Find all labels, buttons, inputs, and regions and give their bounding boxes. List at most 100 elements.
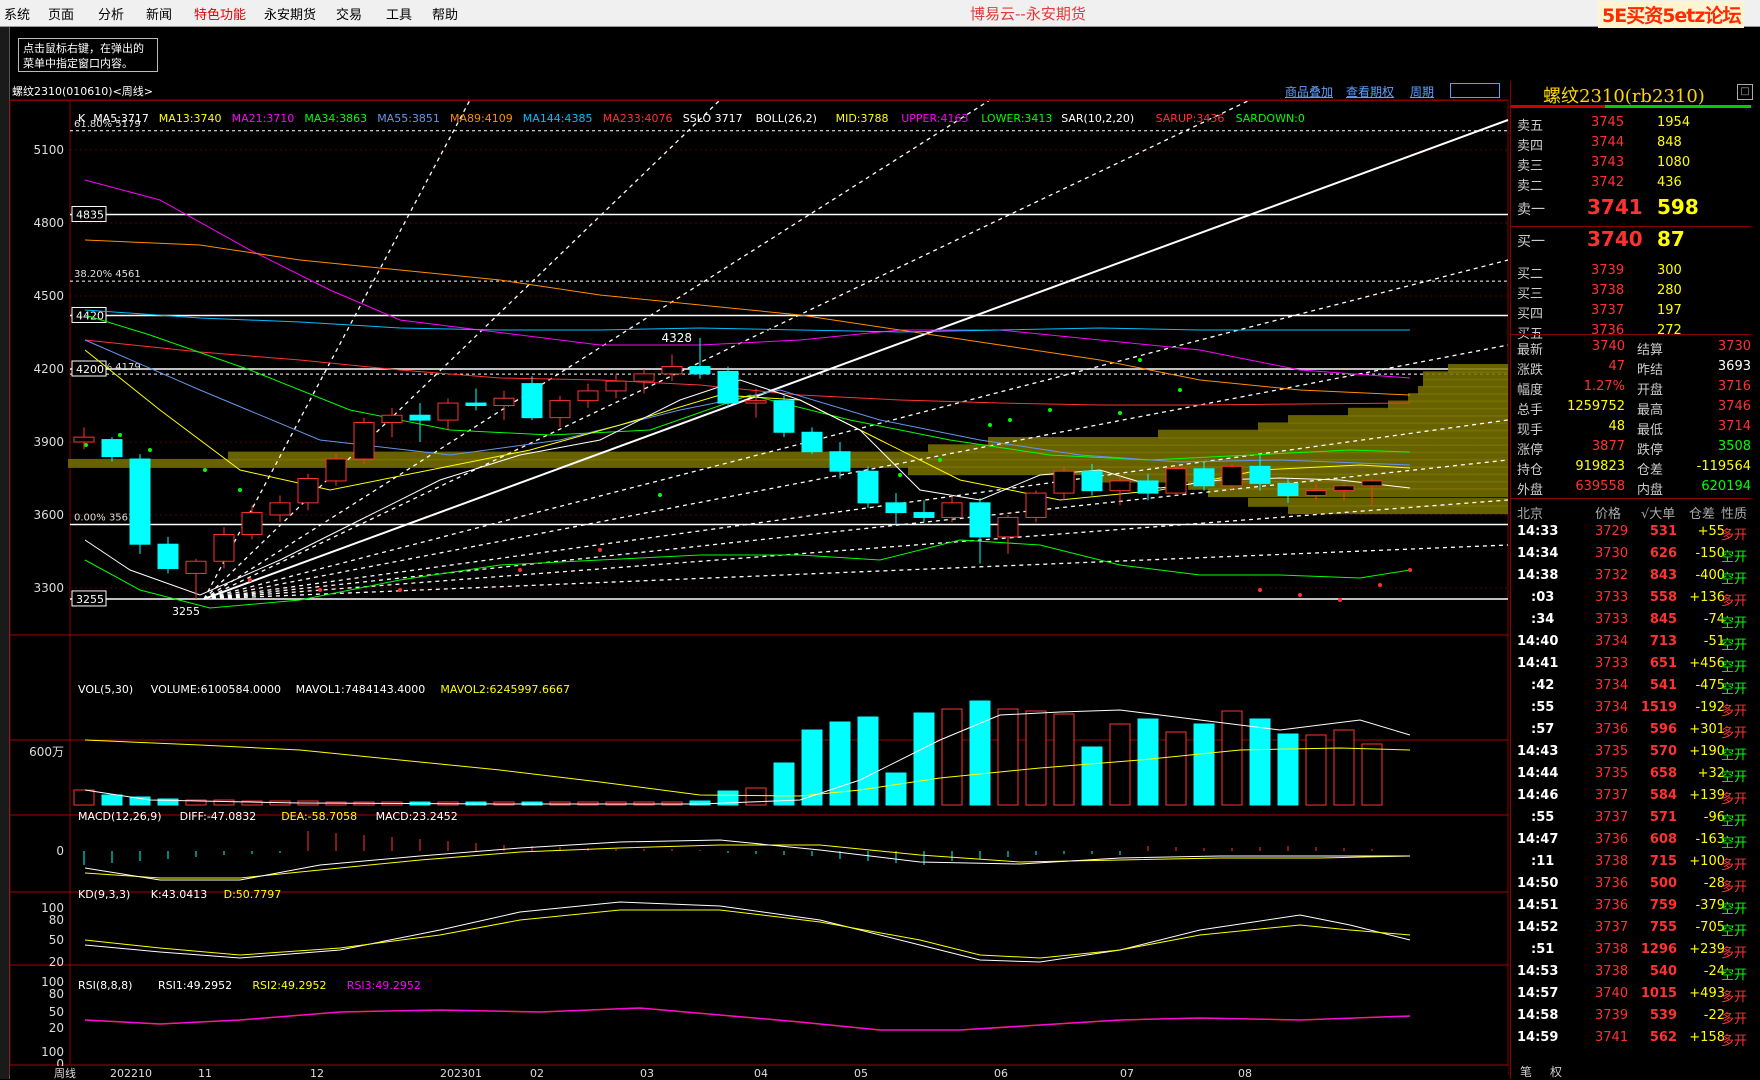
tick-t: 14:52 xyxy=(1517,920,1559,935)
tick-row: :51 3738 1296 +239 多开 xyxy=(1511,940,1760,962)
gann-fan-line xyxy=(203,459,1509,600)
book-v: 300 xyxy=(1657,263,1682,278)
indicator-label: MAVOL1:7484143.4000 xyxy=(296,683,426,696)
tick-p: 3739 xyxy=(1595,1008,1629,1023)
tick-t: 14:40 xyxy=(1517,634,1559,649)
stat-l1: 持仓 xyxy=(1517,463,1544,478)
tick-row: 14:52 3737 755 -705 空开 xyxy=(1511,918,1760,940)
tick-row: 14:44 3735 658 +32 空开 xyxy=(1511,764,1760,786)
indicator-label: MID:3788 xyxy=(836,112,889,125)
sar-dot xyxy=(658,493,662,497)
tick-n: 多开 xyxy=(1721,946,1748,961)
stat-row: 持仓 919823 仓差 -119564 xyxy=(1511,457,1760,478)
stat-l1: 涨停 xyxy=(1517,443,1544,458)
book-row[interactable]: 卖五 3745 1954 xyxy=(1511,113,1760,134)
tick-row: 14:34 3730 626 -150 空开 xyxy=(1511,544,1760,566)
stat-l1: 幅度 xyxy=(1517,383,1544,398)
options-link[interactable]: 查看期权 xyxy=(1346,83,1394,100)
candle-body xyxy=(801,431,823,453)
x-tick-label: 周线 xyxy=(54,1066,76,1079)
x-tick-label: 05 xyxy=(854,1067,868,1079)
book-lab: 卖三 xyxy=(1517,159,1544,174)
indicator-label: MA89:4109 xyxy=(450,112,513,125)
chart-header: 螺纹2310(010610)<周线> 商品叠加 查看期权 周期 xyxy=(10,81,1508,101)
book-p: 3745 xyxy=(1591,115,1625,130)
tick-row: 14:59 3741 562 +158 多开 xyxy=(1511,1028,1760,1050)
stat-v1: 639558 xyxy=(1575,479,1625,494)
book-p: 3741 xyxy=(1587,195,1643,219)
indicator-label: K:43.0413 xyxy=(151,888,207,901)
stat-row: 外盘 639558 内盘 620194 xyxy=(1511,477,1760,498)
book-row[interactable]: 买四 3737 197 xyxy=(1511,301,1760,322)
book-row[interactable]: 买二 3739 300 xyxy=(1511,261,1760,282)
tick-n: 多开 xyxy=(1721,704,1748,719)
close-panel-icon[interactable]: □ xyxy=(1737,84,1753,100)
ma144-line xyxy=(84,309,1410,333)
sar-dot xyxy=(1378,583,1382,587)
book-row[interactable]: 卖一 3741 598 xyxy=(1511,195,1760,219)
tick-n: 空开 xyxy=(1721,660,1748,675)
tick-t: :11 xyxy=(1531,854,1555,869)
book-row[interactable]: 卖二 3742 436 xyxy=(1511,173,1760,194)
book-lab: 买一 xyxy=(1517,234,1545,250)
sar-dot xyxy=(988,423,992,427)
candle-body xyxy=(633,373,655,382)
candle-body xyxy=(409,414,431,421)
tick-p: 3736 xyxy=(1595,898,1629,913)
sar-dot xyxy=(1258,588,1262,592)
tick-n: 空开 xyxy=(1721,770,1748,785)
stat-l1: 最新 xyxy=(1517,343,1544,358)
candle-body xyxy=(1249,465,1271,484)
indicator-label: MACD(12,26,9) xyxy=(78,810,162,823)
sar-dot xyxy=(238,488,242,492)
candle-body xyxy=(689,366,711,375)
tick-n: 空开 xyxy=(1721,682,1748,697)
candle-body xyxy=(773,400,795,433)
tick-v: 571 xyxy=(1649,810,1677,825)
book-row[interactable]: 买三 3738 280 xyxy=(1511,281,1760,302)
candle-body xyxy=(521,383,543,419)
tick-row: 14:33 3729 531 +55 多开 xyxy=(1511,522,1760,544)
window-controls-icon[interactable] xyxy=(1450,83,1500,98)
overlay-link[interactable]: 商品叠加 xyxy=(1285,83,1333,100)
tick-row: :57 3736 596 +301 多开 xyxy=(1511,720,1760,742)
stat-l2: 最高 xyxy=(1637,403,1664,418)
period-link[interactable]: 周期 xyxy=(1410,83,1434,100)
tick-n: 空开 xyxy=(1721,638,1748,653)
tab-ticks[interactable]: 笔 xyxy=(1520,1063,1532,1080)
tick-v: 1519 xyxy=(1640,700,1677,715)
tick-v: 558 xyxy=(1649,590,1677,605)
tick-p: 3736 xyxy=(1595,722,1629,737)
tick-n: 空开 xyxy=(1721,616,1748,631)
book-row[interactable]: 买一 3740 87 xyxy=(1511,227,1760,251)
panel-tabs: 笔 权 xyxy=(1510,1063,1760,1079)
volume-profile-bar xyxy=(1288,505,1508,515)
indicator-label: SARUP:3436 xyxy=(1156,112,1225,125)
candle-body xyxy=(661,366,683,375)
tick-p: 3733 xyxy=(1595,590,1629,605)
kd-tick-label: 50 xyxy=(49,933,64,947)
tick-n: 多开 xyxy=(1721,528,1748,543)
candle-body xyxy=(549,400,571,419)
tick-p: 3734 xyxy=(1595,678,1629,693)
candle-body xyxy=(1137,480,1159,494)
tick-n: 多开 xyxy=(1721,990,1748,1005)
tick-v: 596 xyxy=(1649,722,1677,737)
indicator-label: UPPER:4163 xyxy=(901,112,968,125)
book-row[interactable]: 卖三 3743 1080 xyxy=(1511,153,1760,174)
x-tick-label: 06 xyxy=(994,1067,1008,1079)
sar-dot xyxy=(1118,411,1122,415)
sar-dot xyxy=(248,578,252,582)
stat-l1: 涨跌 xyxy=(1517,363,1544,378)
book-row[interactable]: 卖四 3744 848 xyxy=(1511,133,1760,154)
kline-chart[interactable]: 510048004500420039003600330061.80% 51793… xyxy=(0,0,1510,1079)
tab-rights[interactable]: 权 xyxy=(1550,1063,1562,1080)
y-tick-label: 3600 xyxy=(33,508,64,522)
volume-bar xyxy=(857,716,879,806)
sar-dot xyxy=(203,468,207,472)
macd-tick-label: 0 xyxy=(56,844,64,858)
volume-bar xyxy=(1137,718,1159,806)
book-lab: 卖五 xyxy=(1517,119,1544,134)
book-lab: 卖一 xyxy=(1517,202,1545,218)
k-line xyxy=(84,901,1411,963)
